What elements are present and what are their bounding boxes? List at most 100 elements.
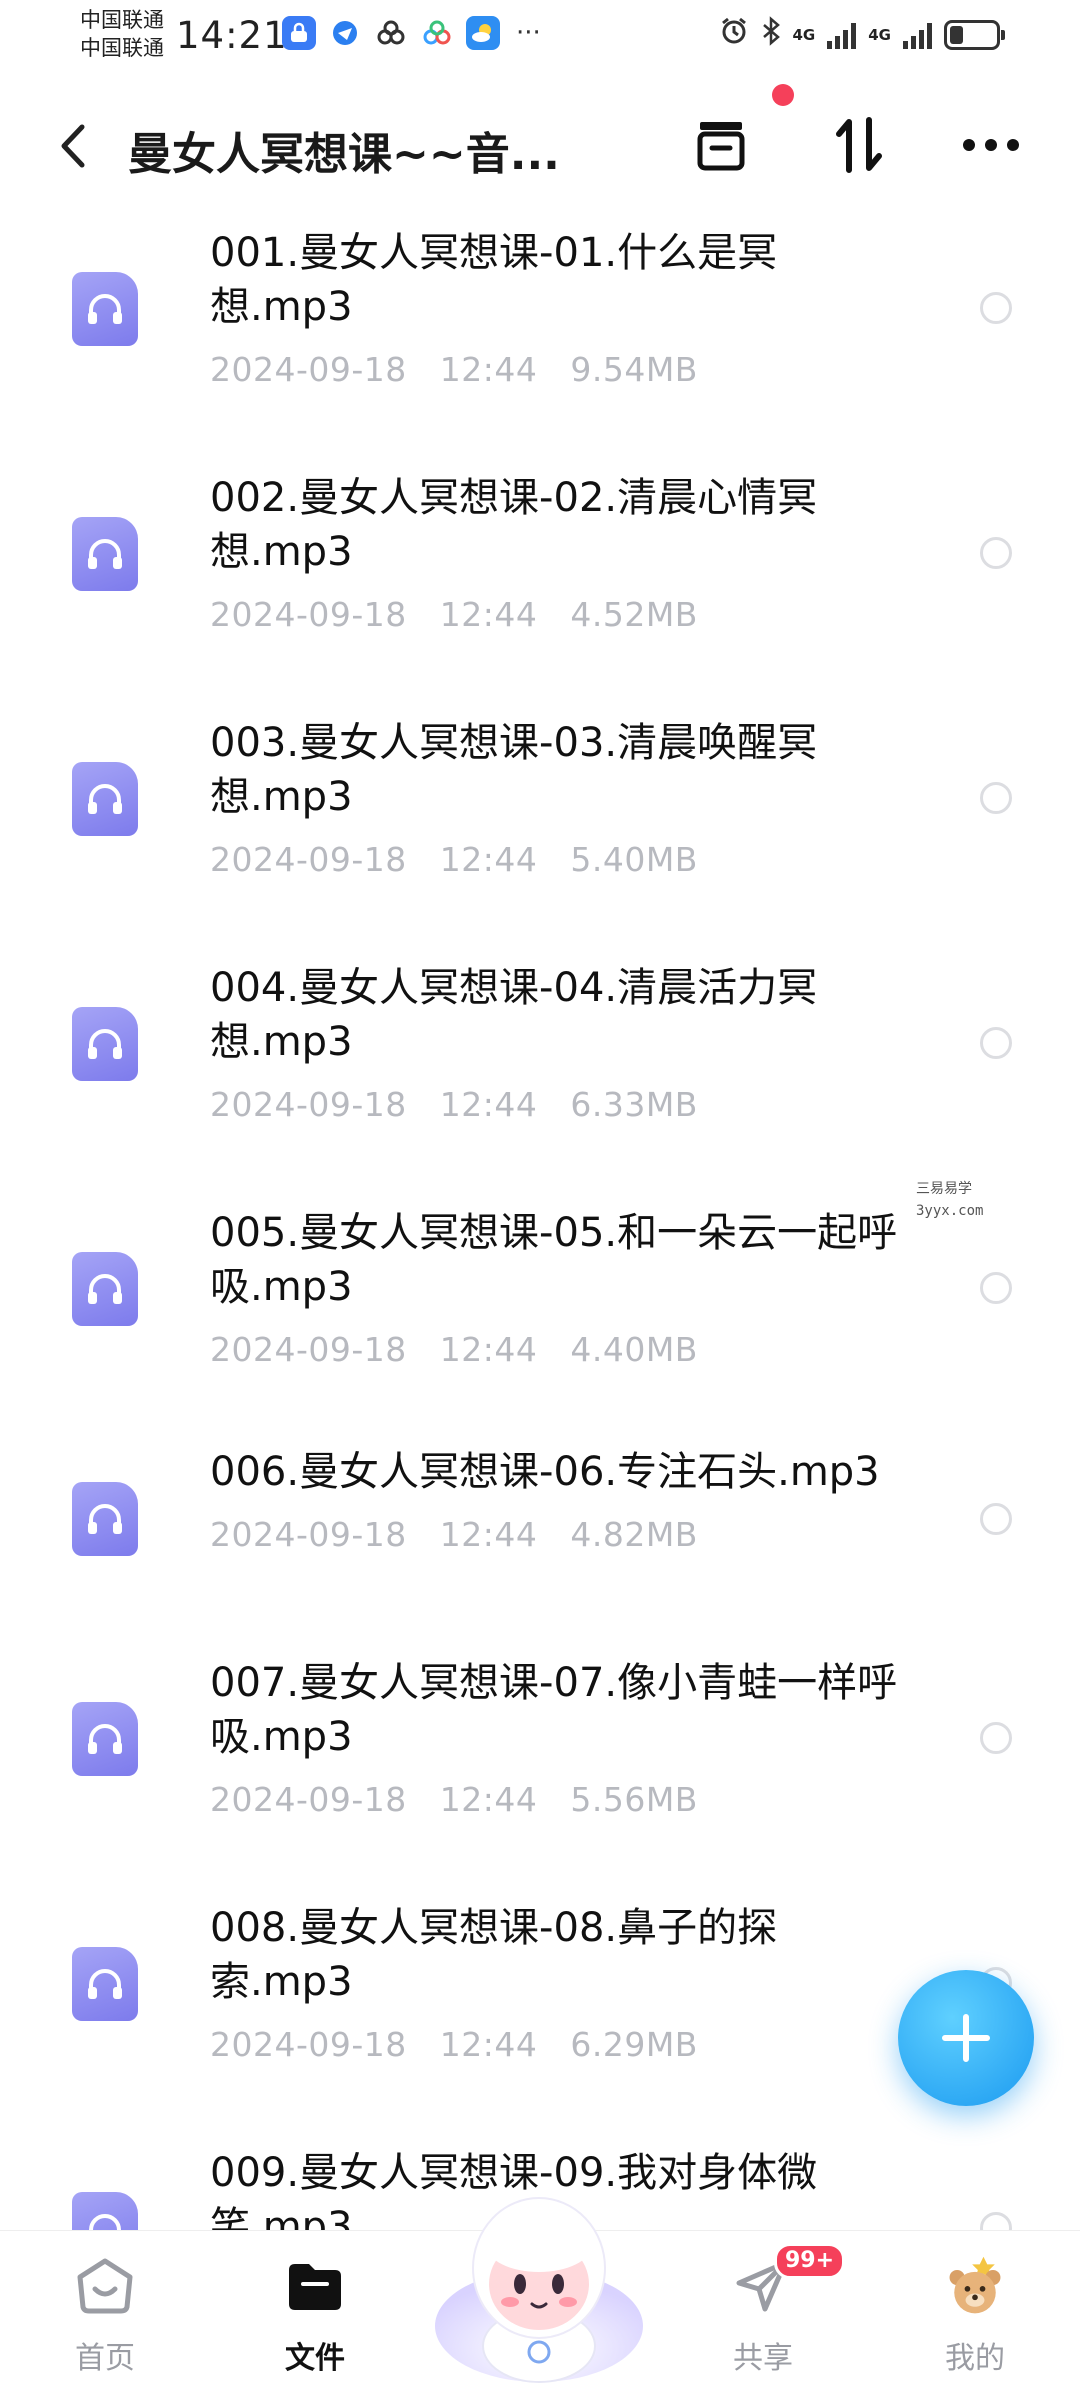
more-button[interactable] <box>958 112 1024 178</box>
back-icon <box>61 124 85 168</box>
file-date: 2024-09-18 <box>210 350 407 389</box>
carrier-info: 中国联通 中国联通 <box>80 6 164 62</box>
file-meta: 2024-09-18 12:44 5.40MB <box>210 840 698 879</box>
audio-file-icon <box>72 517 138 591</box>
file-time: 12:44 <box>439 1515 538 1554</box>
tab-share[interactable]: 99+ 共享 <box>688 2243 846 2377</box>
alarm-icon <box>719 16 749 53</box>
notification-dot <box>772 84 794 106</box>
audio-file-icon <box>72 2192 138 2230</box>
file-name: 007.曼女人冥想课-07.像小青蛙一样呼吸.mp3 <box>210 1660 898 1760</box>
select-radio[interactable] <box>980 1722 1012 1754</box>
more-icon <box>963 139 1019 151</box>
archive-icon <box>697 122 745 171</box>
carrier-1: 中国联通 <box>80 8 164 32</box>
more-notifications-icon: ··· <box>516 18 541 48</box>
notification-icons: ··· <box>282 16 541 50</box>
send-icon: 99+ <box>730 2243 846 2319</box>
select-radio[interactable] <box>980 1503 1012 1535</box>
file-name: 008.曼女人冥想课-08.鼻子的探索.mp3 <box>210 1905 778 2005</box>
plus-icon <box>942 2014 990 2062</box>
mascot-button[interactable] <box>432 2176 646 2386</box>
select-radio[interactable] <box>980 782 1012 814</box>
select-radio[interactable] <box>980 1027 1012 1059</box>
add-button[interactable] <box>898 1970 1034 2106</box>
tab-label: 文件 <box>285 2341 345 2376</box>
select-radio[interactable] <box>980 2212 1012 2230</box>
file-time: 12:44 <box>439 2025 538 2064</box>
audio-file-icon <box>72 1702 138 1776</box>
audio-file-icon <box>72 1947 138 2021</box>
tab-label: 首页 <box>75 2341 135 2376</box>
top-app-bar: 曼女人冥想课~~音... <box>0 90 1080 200</box>
file-size: 4.40MB <box>570 1330 698 1369</box>
file-meta: 2024-09-18 12:44 6.33MB <box>210 1085 698 1124</box>
network-type-1: 4G <box>792 25 816 44</box>
bluetooth-icon <box>761 16 781 53</box>
file-time: 12:44 <box>439 1085 538 1124</box>
audio-file-icon <box>72 1482 138 1556</box>
page-title: 曼女人冥想课~~音... <box>128 129 560 180</box>
watermark-line-2: 3yyx.com <box>916 1203 984 1219</box>
file-meta: 2024-09-18 12:44 4.52MB <box>210 595 698 634</box>
select-radio[interactable] <box>980 537 1012 569</box>
audio-file-icon <box>72 762 138 836</box>
notification-badge: 99+ <box>774 2243 846 2279</box>
sort-button[interactable] <box>826 112 892 178</box>
battery-icon <box>944 19 1005 50</box>
file-time: 12:44 <box>439 1330 538 1369</box>
sort-icon <box>836 117 882 173</box>
file-size: 6.33MB <box>570 1085 698 1124</box>
file-date: 2024-09-18 <box>210 1085 407 1124</box>
tab-mine[interactable]: 我的 <box>900 2253 1050 2377</box>
file-name: 004.曼女人冥想课-04.清晨活力冥想.mp3 <box>210 965 818 1065</box>
file-date: 2024-09-18 <box>210 2025 407 2064</box>
file-size: 4.52MB <box>570 595 698 634</box>
mascot-icon <box>435 2197 643 2383</box>
carrier-2: 中国联通 <box>80 36 164 60</box>
cloud-app-icon <box>374 16 408 50</box>
file-meta: 2024-09-18 12:44 6.29MB <box>210 2025 698 2064</box>
baidu-netdisk-icon <box>420 16 454 50</box>
file-name: 006.曼女人冥想课-06.专注石头.mp3 <box>210 1449 880 1495</box>
system-status: 4G 4G <box>719 16 1005 53</box>
network-type-2: 4G <box>868 25 891 44</box>
file-meta: 2024-09-18 12:44 4.82MB <box>210 1515 698 1554</box>
audio-file-icon <box>72 1252 138 1326</box>
signal-strength-2-icon <box>903 21 932 49</box>
tab-home[interactable]: 首页 <box>30 2253 180 2377</box>
file-time: 12:44 <box>439 840 538 879</box>
audio-file-icon <box>72 1007 138 1081</box>
file-size: 4.82MB <box>570 1515 698 1554</box>
weather-app-icon <box>466 16 500 50</box>
status-bar: 中国联通 中国联通 14:21 ··· 4G 4G <box>0 0 1080 76</box>
tab-label: 我的 <box>945 2341 1005 2376</box>
file-size: 5.56MB <box>570 1780 698 1819</box>
watermark: 三易易学 3yyx.com <box>916 1178 983 1222</box>
select-radio[interactable] <box>980 292 1012 324</box>
file-date: 2024-09-18 <box>210 1780 407 1819</box>
file-date: 2024-09-18 <box>210 1330 407 1369</box>
file-size: 6.29MB <box>570 2025 698 2064</box>
back-button[interactable] <box>50 116 94 176</box>
lock-app-icon <box>282 16 316 50</box>
file-name: 003.曼女人冥想课-03.清晨唤醒冥想.mp3 <box>210 720 818 820</box>
archive-button[interactable] <box>688 112 754 178</box>
folder-icon <box>282 2253 348 2319</box>
file-date: 2024-09-18 <box>210 840 407 879</box>
file-date: 2024-09-18 <box>210 595 407 634</box>
file-meta: 2024-09-18 12:44 5.56MB <box>210 1780 698 1819</box>
file-time: 12:44 <box>439 1780 538 1819</box>
signal-strength-1-icon <box>827 21 857 49</box>
file-meta: 2024-09-18 12:44 4.40MB <box>210 1330 698 1369</box>
file-size: 9.54MB <box>570 350 698 389</box>
file-date: 2024-09-18 <box>210 1515 407 1554</box>
home-icon <box>72 2253 138 2319</box>
tab-label: 共享 <box>733 2341 793 2376</box>
browser-app-icon <box>328 16 362 50</box>
tab-files[interactable]: 文件 <box>240 2253 390 2377</box>
file-name: 005.曼女人冥想课-05.和一朵云一起呼吸.mp3 <box>210 1210 898 1310</box>
select-radio[interactable] <box>980 1272 1012 1304</box>
file-time: 12:44 <box>439 595 538 634</box>
file-time: 12:44 <box>439 350 538 389</box>
